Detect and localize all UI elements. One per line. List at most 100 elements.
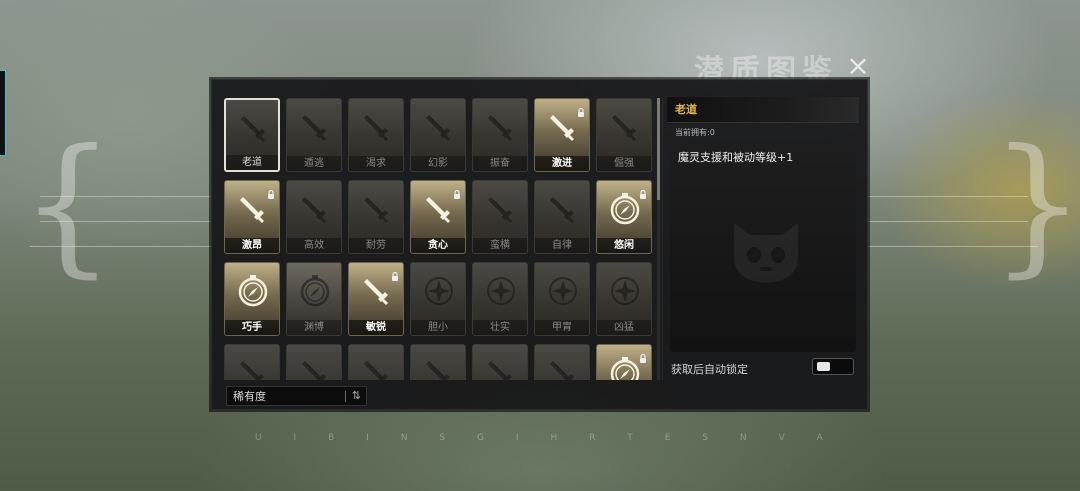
- bg-letter: R: [589, 433, 598, 443]
- trait-card[interactable]: [410, 344, 466, 380]
- bg-letter: G: [476, 433, 486, 443]
- left-brace-decoration: {: [20, 118, 116, 292]
- sword-icon: [237, 193, 269, 225]
- trait-card[interactable]: 耐劳: [348, 180, 404, 254]
- bg-letter: E: [664, 433, 673, 443]
- trait-card[interactable]: 巧手: [224, 262, 280, 336]
- trait-card[interactable]: 凶猛: [596, 262, 652, 336]
- sort-arrows-icon[interactable]: ⇅: [352, 389, 361, 402]
- sword-icon: [361, 193, 393, 225]
- trait-card[interactable]: 甲胄: [534, 262, 590, 336]
- description-box: 魔灵支援和被动等级+1: [670, 141, 856, 352]
- trait-card-label: 巧手: [225, 320, 279, 335]
- trait-card-label: 激昂: [225, 238, 279, 253]
- bg-letter: I: [515, 433, 521, 443]
- sword-icon: [299, 193, 331, 225]
- bg-letter: N: [400, 433, 410, 443]
- sword-icon: [299, 357, 331, 380]
- trait-card-label: 高效: [287, 238, 341, 253]
- sword-icon: [299, 111, 331, 143]
- trait-card[interactable]: 敏锐: [348, 262, 404, 336]
- sword-icon: [361, 275, 393, 307]
- compass-icon: [609, 193, 641, 225]
- trait-card[interactable]: 遁逃: [286, 98, 342, 172]
- star-emblem-icon: [547, 275, 579, 307]
- trait-card-label: 壮实: [473, 320, 527, 335]
- bg-letter: I: [293, 433, 299, 443]
- trait-card[interactable]: [224, 344, 280, 380]
- trait-card[interactable]: [472, 344, 528, 380]
- close-button[interactable]: ×: [844, 52, 872, 80]
- compass-icon: [609, 357, 641, 380]
- potential-codex-panel: 老道 遁逃 渴求 幻影 振奋 激进 倔强 激昂 高效 耐劳 贪心 蛮横 自律 悠闲 巧手 渊博 敏锐 胆小 壮实 甲胄…: [211, 79, 868, 410]
- lock-icon: [577, 102, 585, 117]
- trait-card[interactable]: 幻影: [410, 98, 466, 172]
- trait-card-label: 渊博: [287, 320, 341, 335]
- bg-letter: N: [739, 433, 749, 443]
- trait-grid-viewport[interactable]: 老道 遁逃 渴求 幻影 振奋 激进 倔强激昂 高效 耐劳 贪心 蛮横 自律 悠闲巧手 渊博 敏锐 胆小 壮实 甲胄…: [224, 98, 658, 380]
- trait-card[interactable]: [534, 344, 590, 380]
- star-emblem-icon: [485, 275, 517, 307]
- trait-card[interactable]: 振奋: [472, 98, 528, 172]
- trait-card[interactable]: 倔强: [596, 98, 652, 172]
- trait-card[interactable]: [596, 344, 652, 380]
- trait-card-label: 老道: [226, 155, 278, 170]
- detail-panel: 老道 当前拥有:0 魔灵支援和被动等级+1 获取后自动锁定: [667, 97, 859, 379]
- trait-card-label: 胆小: [411, 320, 465, 335]
- trait-card-label: 甲胄: [535, 320, 589, 335]
- sword-icon: [547, 357, 579, 380]
- trait-card[interactable]: 自律: [534, 180, 590, 254]
- trait-card[interactable]: 老道: [224, 98, 280, 172]
- trait-card[interactable]: [286, 344, 342, 380]
- auto-lock-label: 获取后自动锁定: [671, 363, 748, 376]
- sword-icon: [485, 193, 517, 225]
- trait-card[interactable]: 渊博: [286, 262, 342, 336]
- right-brace-decoration: }: [990, 118, 1080, 292]
- toggle-knob: [817, 362, 830, 371]
- trait-card[interactable]: 激昂: [224, 180, 280, 254]
- bg-letter: U: [255, 433, 264, 443]
- trait-card-label: 振奋: [473, 156, 527, 171]
- trait-card[interactable]: [348, 344, 404, 380]
- sword-icon: [361, 111, 393, 143]
- trait-card[interactable]: 悠闲: [596, 180, 652, 254]
- trait-card[interactable]: 贪心: [410, 180, 466, 254]
- mascot-watermark-icon: [734, 223, 798, 283]
- sword-icon: [485, 111, 517, 143]
- lock-icon: [391, 266, 399, 281]
- star-emblem-icon: [609, 275, 641, 307]
- sword-icon: [547, 111, 579, 143]
- bg-letter: A: [816, 433, 825, 443]
- bg-letter: B: [328, 433, 337, 443]
- sword-icon: [237, 357, 269, 380]
- trait-card[interactable]: 渴求: [348, 98, 404, 172]
- sword-icon: [238, 112, 270, 144]
- scrollbar-thumb[interactable]: [657, 98, 660, 200]
- side-tab[interactable]: [0, 70, 6, 156]
- trait-grid: 老道 遁逃 渴求 幻影 振奋 激进 倔强激昂 高效 耐劳 贪心 蛮横 自律 悠闲巧手 渊博 敏锐 胆小 壮实 甲胄…: [224, 98, 658, 380]
- grid-scrollbar[interactable]: [657, 98, 660, 380]
- bg-letter: V: [778, 433, 787, 443]
- lock-icon: [639, 184, 647, 199]
- trait-card[interactable]: 高效: [286, 180, 342, 254]
- trait-card[interactable]: 激进: [534, 98, 590, 172]
- sword-icon: [423, 111, 455, 143]
- sword-icon: [423, 357, 455, 380]
- trait-card-label: 凶猛: [597, 320, 651, 335]
- bg-letter: S: [439, 433, 448, 443]
- sort-dropdown[interactable]: 稀有度 ⇅: [226, 386, 367, 406]
- sword-icon: [361, 357, 393, 380]
- sort-separator: [345, 391, 346, 402]
- bg-letter: T: [627, 433, 635, 443]
- bg-letter-row: UIBINSGIHRTESNVA: [255, 433, 825, 443]
- sword-icon: [485, 357, 517, 380]
- trait-card[interactable]: 蛮横: [472, 180, 528, 254]
- auto-lock-toggle[interactable]: [812, 358, 854, 375]
- trait-card[interactable]: 胆小: [410, 262, 466, 336]
- panel-divider: [662, 98, 663, 380]
- sword-icon: [423, 193, 455, 225]
- compass-icon: [237, 275, 269, 307]
- trait-card-label: 遁逃: [287, 156, 341, 171]
- detail-title: 老道: [667, 97, 859, 123]
- trait-card[interactable]: 壮实: [472, 262, 528, 336]
